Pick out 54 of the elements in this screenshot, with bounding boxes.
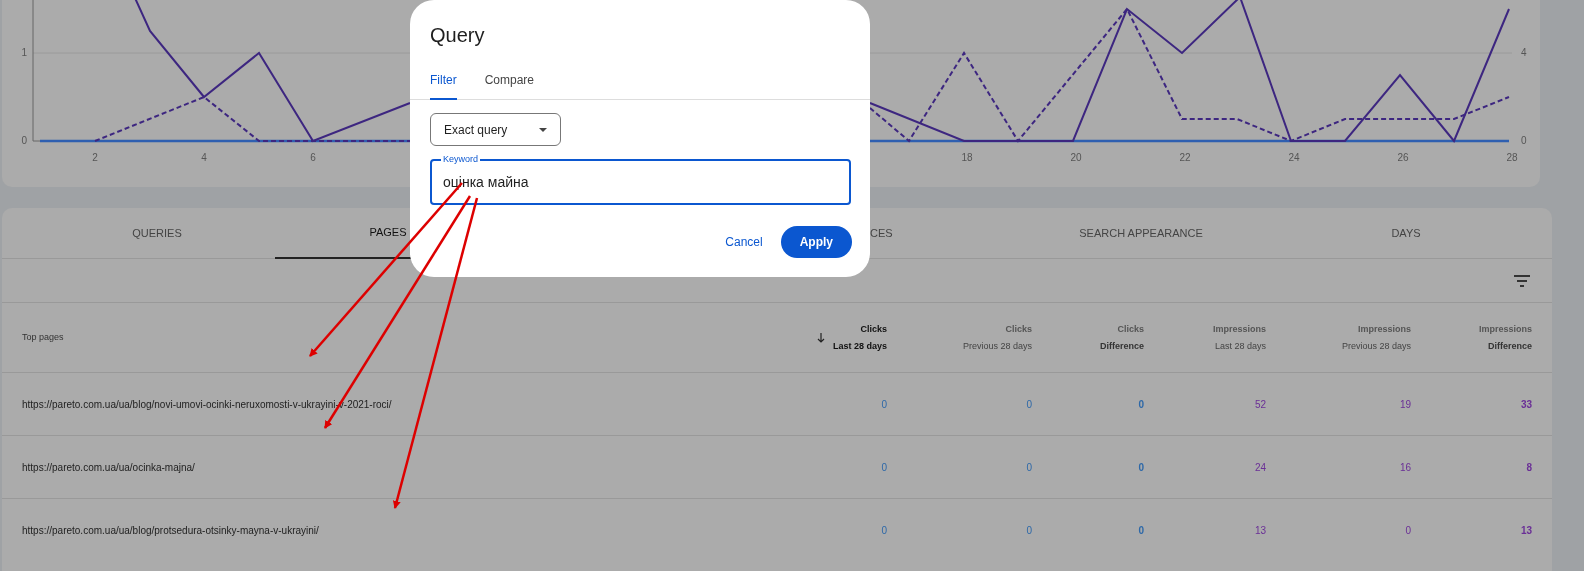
tab[interactable]: CES [870,208,968,259]
axis-label: 4 [200,153,208,163]
tab[interactable]: SEARCH APPEARANCE [1010,208,1272,259]
caret-icon [539,127,547,132]
dialog-tab[interactable]: Filter [430,66,457,100]
match-type-dropdown[interactable]: Exact query [430,113,561,146]
table-cell-text: 13 [1253,524,1266,538]
filter-icon[interactable] [1514,274,1530,287]
page-url: https://pareto.com.ua/ua/blog/protsedura-otsinky-mayna-v-ukrayini/ [22,524,320,538]
table-cell-text: 0 [1025,524,1032,538]
axis-label: 24 [1287,153,1301,163]
table-cell-text: 0 [1137,524,1144,538]
axis-label: 0 [1521,136,1527,146]
column-header[interactable]: Impressions Last 28 days [1212,320,1266,355]
table-cell-text: 24 [1253,460,1266,475]
table-cell-text: 0 [1025,460,1032,475]
column-header[interactable]: Clicks Last 28 days [832,320,887,355]
axis-label: 0 [21,136,27,146]
tab[interactable]: QUERIES [41,208,273,259]
axis-label: 20 [1069,153,1083,163]
table-cell-text: 0 [1137,397,1144,412]
dialog-tab[interactable]: Compare [484,66,535,100]
table-cell-text: 52 [1253,397,1266,412]
table-cell-text: 0 [1025,397,1032,412]
sort-arrow-icon[interactable] [816,332,825,343]
apply-button[interactable]: Apply [780,226,852,258]
field-label: Keyword [441,154,480,164]
column-header: Top pages [22,330,65,344]
table-cell-text: 0 [1404,524,1411,538]
table-cell-text: 0 [880,524,887,538]
page-url: https://pareto.com.ua/ua/ocinka-majna/ [22,460,196,475]
table-cell-text: 0 [880,460,887,475]
axis-label: 18 [960,153,974,163]
table-cell-text: 0 [880,397,887,412]
column-header[interactable]: Clicks Previous 28 days [962,320,1032,355]
axis-label: 22 [1178,153,1192,163]
table-cell-text: 13 [1519,524,1532,538]
table-cell-text: 16 [1398,460,1411,475]
tab[interactable]: DAYS [1272,208,1540,259]
axis-label: 26 [1396,153,1410,163]
axis-label: 6 [309,153,317,163]
table-cell-text: 8 [1525,460,1532,475]
axis-label: 4 [1521,48,1527,58]
table-cell-text: 33 [1519,397,1532,412]
column-header[interactable]: Impressions Difference [1478,320,1532,355]
dialog-title: Query [430,23,485,48]
table-cell-text: 0 [1137,460,1144,475]
table-cell-text: 19 [1398,397,1411,412]
column-header[interactable]: Clicks Difference [1100,320,1144,355]
cancel-button[interactable]: Cancel [723,226,765,258]
axis-label: 2 [91,153,99,163]
column-header[interactable]: Impressions Previous 28 days [1341,320,1411,355]
axis-label: 28 [1505,153,1519,163]
axis-label: 1 [21,48,27,58]
